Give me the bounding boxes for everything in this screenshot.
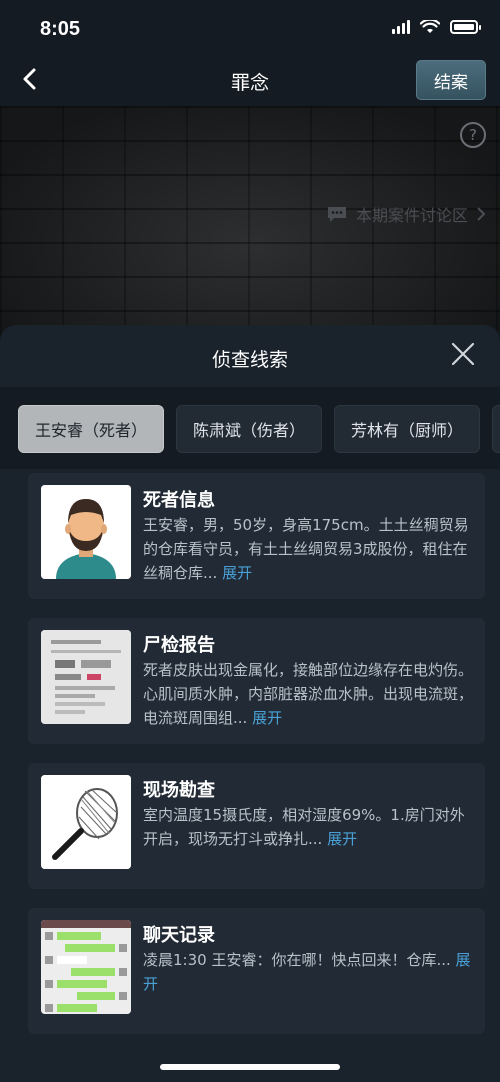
- expand-link[interactable]: 展开: [327, 830, 357, 848]
- clue-card-scene-investigation[interactable]: 现场勘查 室内温度15摄氏度，相对湿度69%。1.房门对外开启，现场无打斗或挣扎…: [28, 763, 485, 889]
- discussion-link[interactable]: 本期案件讨论区: [326, 202, 486, 226]
- sheet-title: 侦查线索: [211, 349, 288, 371]
- close-case-button[interactable]: 结案: [416, 60, 486, 100]
- status-bar: 8:05: [0, 0, 500, 56]
- chat-bubble-icon: [327, 207, 346, 222]
- clue-title: 死者信息: [143, 490, 215, 511]
- discussion-link-label: 本期案件讨论区: [355, 206, 468, 225]
- help-icon[interactable]: ?: [460, 122, 486, 148]
- clue-title: 聊天记录: [143, 925, 215, 946]
- victim-avatar-image: [41, 485, 131, 579]
- suspect-tabs-bar: 王安睿（死者） 陈肃斌（伤者） 芳林有（厨师） 刘修: [0, 387, 500, 469]
- magnifier-image: [41, 775, 131, 869]
- status-icons: [392, 20, 481, 34]
- suspect-tabs: 王安睿（死者） 陈肃斌（伤者） 芳林有（厨师） 刘修: [18, 405, 500, 453]
- clue-title: 尸检报告: [143, 635, 215, 656]
- tab-liu-xiu[interactable]: 刘修: [492, 405, 500, 453]
- clue-description: 凌晨1:30 王安睿：你在哪！快点回来！仓库... 展开: [143, 951, 471, 993]
- clues-sheet: 侦查线索 王安睿（死者） 陈肃斌（伤者） 芳林有（厨师） 刘修: [0, 325, 500, 1082]
- status-time: 8:05: [40, 18, 81, 40]
- clue-card-victim-info[interactable]: 死者信息 王安睿，男，50岁，身高175cm。土土丝稠贸易的仓库看守员，有土土丝…: [28, 473, 485, 599]
- wifi-icon: [420, 20, 440, 33]
- clue-card-chat-log[interactable]: 聊天记录 凌晨1:30 王安睿：你在哪！快点回来！仓库... 展开: [28, 908, 485, 1034]
- clue-description: 死者皮肤出现金属化，接触部位边缘存在电灼伤。心肌间质水肿，内部脏器淤血水肿。出现…: [143, 661, 474, 727]
- autopsy-report-image: [41, 630, 131, 724]
- chevron-right-icon: [477, 207, 486, 221]
- home-indicator: [160, 1064, 340, 1070]
- clue-list: 死者信息 王安睿，男，50岁，身高175cm。土土丝稠贸易的仓库看守员，有土土丝…: [28, 473, 485, 1053]
- signal-icon: [392, 20, 410, 34]
- expand-link[interactable]: 展开: [222, 564, 252, 582]
- battery-icon: [450, 20, 481, 34]
- tab-wang-anrui[interactable]: 王安睿（死者）: [18, 405, 165, 453]
- clue-card-autopsy-report[interactable]: 尸检报告 死者皮肤出现金属化，接触部位边缘存在电灼伤。心肌间质水肿，内部脏器淤血…: [28, 618, 485, 744]
- case-background: ? 本期案件讨论区: [0, 106, 500, 336]
- clue-title: 现场勘查: [143, 780, 215, 801]
- close-icon[interactable]: [450, 341, 476, 367]
- tab-fang-linyou[interactable]: 芳林有（厨师）: [334, 405, 481, 453]
- chat-screenshot-image: [41, 920, 131, 1014]
- tab-chen-subin[interactable]: 陈肃斌（伤者）: [176, 405, 323, 453]
- clue-description: 王安睿，男，50岁，身高175cm。土土丝稠贸易的仓库看守员，有土土丝绸贸易3成…: [143, 516, 469, 582]
- clue-description: 室内温度15摄氏度，相对湿度69%。1.房门对外开启，现场无打斗或挣扎... 展…: [143, 806, 465, 848]
- nav-bar: 罪念 结案: [0, 56, 500, 106]
- expand-link[interactable]: 展开: [252, 709, 282, 727]
